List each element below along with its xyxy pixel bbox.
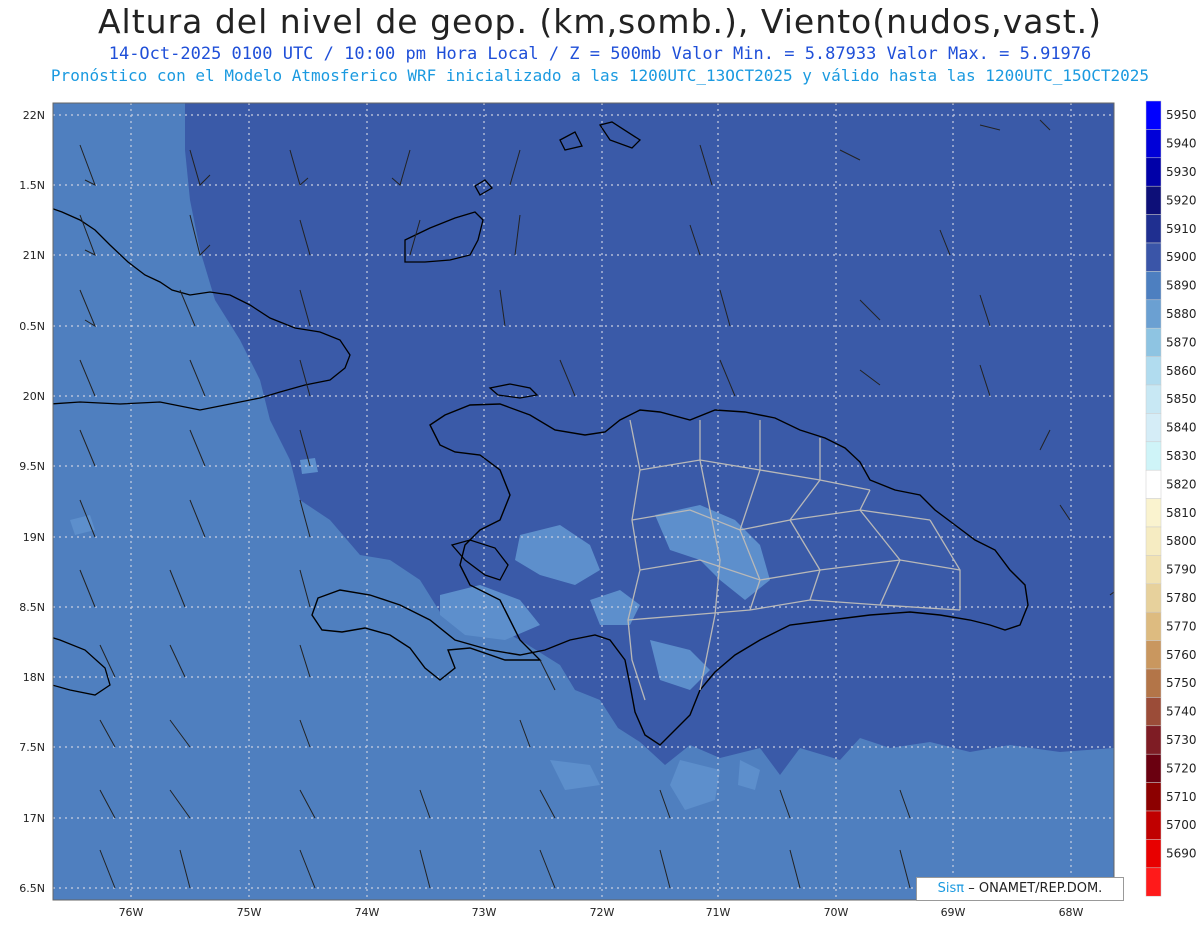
colorbar-swatch (1145, 157, 1162, 187)
lon-label: 74W (355, 906, 380, 919)
colorbar-swatch (1145, 555, 1162, 585)
lat-label: 18N (23, 671, 45, 684)
colorbar-label: 5860 (1166, 364, 1197, 378)
colorbar-swatch (1145, 242, 1162, 272)
lat-label: 6.5N (19, 882, 45, 895)
color-legend: 5950 5940 5930 5920 5910 5900 5890 5880 5870 5860… (1145, 100, 1197, 897)
colorbar-swatch (1145, 782, 1162, 812)
colorbar-label: 5900 (1166, 250, 1197, 264)
lon-label: 73W (472, 906, 497, 919)
lon-label: 75W (237, 906, 262, 919)
colorbar-swatch (1145, 697, 1162, 727)
lon-label: 72W (590, 906, 615, 919)
colorbar-label: 5770 (1166, 619, 1197, 633)
colorbar-label: 5740 (1166, 705, 1197, 719)
weather-map: 22N 1.5N 21N 0.5N 20N 9.5N 19N 8.5N 18N … (19, 100, 1197, 919)
map-plot-area (53, 103, 1114, 900)
lat-label: 9.5N (19, 460, 45, 473)
colorbar-swatch (1145, 214, 1162, 244)
colorbar-label: 5850 (1166, 392, 1197, 406)
colorbar-swatch (1145, 810, 1162, 840)
colorbar-label: 5920 (1166, 193, 1197, 207)
lat-label: 7.5N (19, 741, 45, 754)
colorbar-swatch (1145, 867, 1162, 897)
sispi-brand: Sisπ (937, 881, 965, 896)
colorbar-label: 5720 (1166, 761, 1197, 775)
lon-label: 71W (706, 906, 731, 919)
colorbar-label: 5750 (1166, 676, 1197, 690)
lat-label: 22N (23, 109, 45, 122)
colorbar-label: 5930 (1166, 165, 1197, 179)
longitude-labels: 76W 75W 74W 73W 72W 71W 70W 69W 68W (119, 906, 1084, 919)
lat-label: 1.5N (19, 179, 45, 192)
colorbar-swatch (1145, 129, 1162, 159)
colorbar-label: 5830 (1166, 449, 1197, 463)
colorbar-label: 5950 (1166, 108, 1197, 122)
colorbar-label: 5840 (1166, 421, 1197, 435)
lat-label: 8.5N (19, 601, 45, 614)
colorbar-label: 5710 (1166, 790, 1197, 804)
colorbar-label: 5780 (1166, 591, 1197, 605)
colorbar-label: 5940 (1166, 137, 1197, 151)
colorbar-swatch (1145, 384, 1162, 414)
lon-label: 70W (824, 906, 849, 919)
lat-label: 19N (23, 531, 45, 544)
colorbar-label: 5890 (1166, 279, 1197, 293)
colorbar-swatch (1145, 753, 1162, 783)
colorbar-swatch (1145, 839, 1162, 869)
colorbar-label: 5790 (1166, 563, 1197, 577)
colorbar-swatch (1145, 611, 1162, 641)
colorbar-label: 5690 (1166, 847, 1197, 861)
colorbar-label: 5800 (1166, 534, 1197, 548)
lat-label: 20N (23, 390, 45, 403)
colorbar-label: 5880 (1166, 307, 1197, 321)
credit-badge: Sisπ – ONAMET/REP.DOM. (916, 877, 1124, 901)
colorbar-label: 5910 (1166, 222, 1197, 236)
colorbar-label: 5730 (1166, 733, 1197, 747)
lon-label: 76W (119, 906, 144, 919)
colorbar-label: 5700 (1166, 818, 1197, 832)
lon-label: 69W (941, 906, 966, 919)
colorbar-label: 5810 (1166, 506, 1197, 520)
colorbar-swatch (1145, 327, 1162, 357)
lon-label: 68W (1059, 906, 1084, 919)
colorbar-swatch (1145, 668, 1162, 698)
colorbar-label: 5820 (1166, 477, 1197, 491)
colorbar-swatch (1145, 526, 1162, 556)
lat-label: 0.5N (19, 320, 45, 333)
colorbar-swatch (1145, 185, 1162, 215)
lat-label: 21N (23, 249, 45, 262)
colorbar-swatch (1145, 356, 1162, 386)
colorbar-swatch (1145, 299, 1162, 329)
colorbar-swatch (1145, 469, 1162, 499)
lat-label: 17N (23, 812, 45, 825)
colorbar-label: 5760 (1166, 648, 1197, 662)
latitude-labels: 22N 1.5N 21N 0.5N 20N 9.5N 19N 8.5N 18N … (19, 109, 45, 895)
colorbar-swatch (1145, 413, 1162, 443)
colorbar-swatch (1145, 498, 1162, 528)
colorbar-swatch (1145, 583, 1162, 613)
colorbar-swatch (1145, 100, 1162, 130)
colorbar-swatch (1145, 640, 1162, 670)
credit-text: – ONAMET/REP.DOM. (968, 881, 1103, 896)
colorbar-swatch (1145, 441, 1162, 471)
colorbar-swatch (1145, 725, 1162, 755)
colorbar-label: 5870 (1166, 335, 1197, 349)
colorbar-swatch (1145, 271, 1162, 301)
